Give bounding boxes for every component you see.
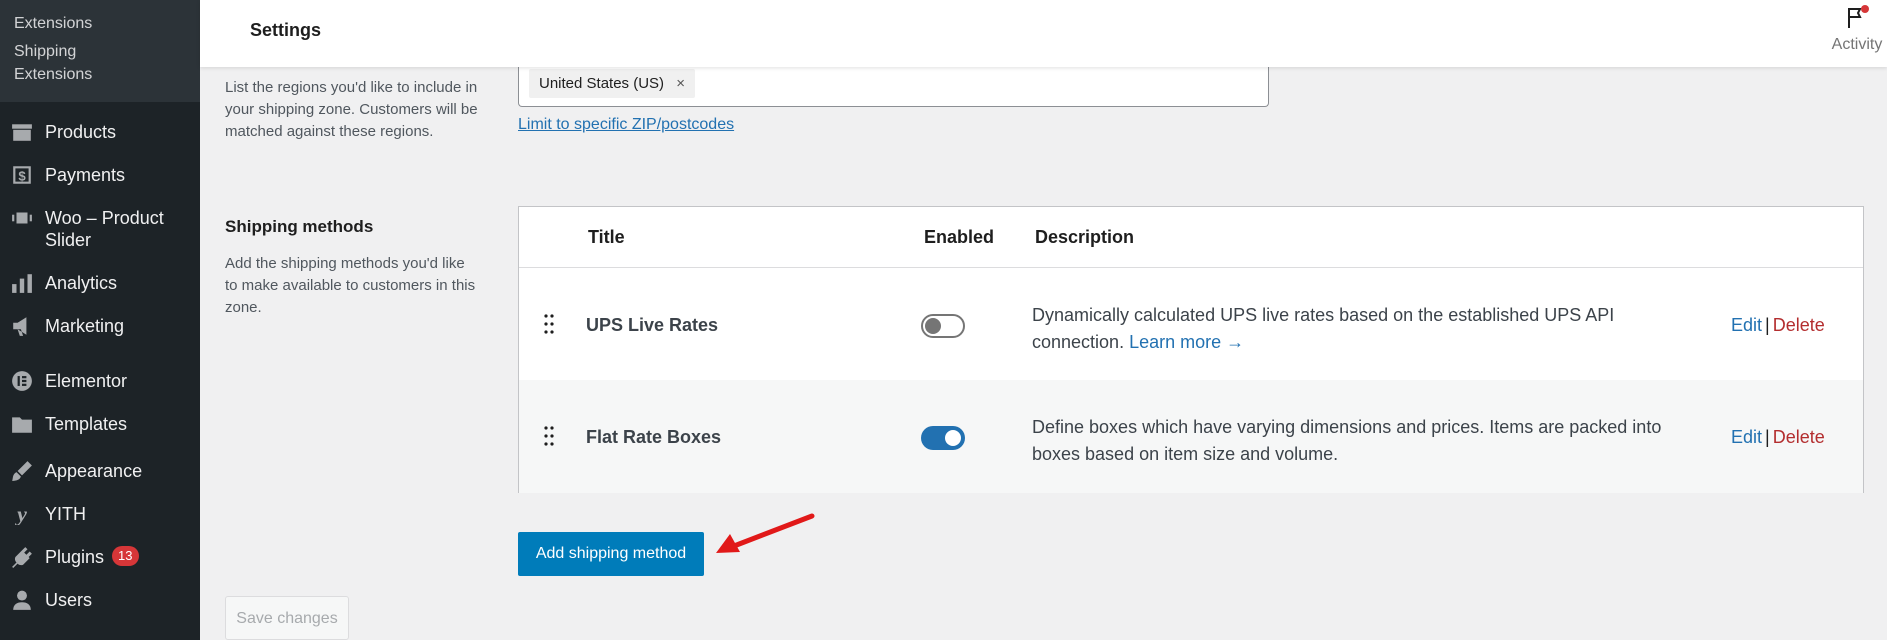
save-changes-button[interactable]: Save changes bbox=[225, 596, 349, 640]
region-chip: United States (US) × bbox=[529, 69, 695, 98]
sidebar-item-woo-product-slider[interactable]: Woo – Product Slider bbox=[0, 196, 200, 261]
row-actions: Edit | Delete bbox=[1731, 427, 1825, 448]
column-header-description: Description bbox=[1035, 227, 1135, 247]
sidebar-item-plugins[interactable]: Plugins 13 bbox=[0, 535, 200, 578]
sidebar-item-users[interactable]: Users bbox=[0, 578, 200, 621]
bar-chart-icon bbox=[10, 272, 34, 294]
sidebar-item-elementor[interactable]: Elementor bbox=[0, 359, 200, 402]
svg-text:$: $ bbox=[18, 169, 26, 184]
zone-regions-select[interactable]: United States (US) × bbox=[518, 60, 1269, 107]
sidebar-item-label: Templates bbox=[45, 414, 128, 434]
sidebar-item-label: Appearance bbox=[45, 461, 143, 481]
sidebar-item-products[interactable]: Products bbox=[0, 110, 200, 153]
shipping-methods-title: Shipping methods bbox=[225, 217, 374, 236]
shipping-methods-description: Add the shipping methods you'd like to m… bbox=[225, 255, 476, 316]
sidebar-item-label: Woo – Product Slider bbox=[45, 208, 164, 250]
method-title: Flat Rate Boxes bbox=[586, 427, 722, 447]
method-description: Define boxes which have varying dimensio… bbox=[1032, 414, 1672, 468]
paintbrush-icon bbox=[10, 460, 34, 482]
region-chip-label: United States (US) bbox=[539, 75, 665, 92]
sidebar-submenu: Extensions Shipping Extensions bbox=[0, 0, 200, 102]
sidebar-item-marketing[interactable]: Marketing bbox=[0, 304, 200, 347]
admin-sidebar: Extensions Shipping Extensions Products … bbox=[0, 0, 200, 640]
column-header-enabled: Enabled bbox=[924, 227, 995, 247]
payments-icon: $ bbox=[10, 164, 34, 186]
slider-icon bbox=[10, 207, 34, 229]
user-icon bbox=[10, 589, 34, 611]
edit-link[interactable]: Edit bbox=[1731, 315, 1762, 335]
sidebar-item-label: Analytics bbox=[45, 273, 118, 293]
shipping-methods-table: Title Enabled Description UPS Live Rates… bbox=[518, 206, 1864, 493]
sidebar-item-label: Payments bbox=[45, 165, 126, 185]
delete-link[interactable]: Delete bbox=[1773, 315, 1825, 335]
learn-more-link[interactable]: Learn more → bbox=[1129, 332, 1244, 352]
limit-zip-link[interactable]: Limit to specific ZIP/postcodes bbox=[518, 116, 734, 134]
page-title: Settings bbox=[250, 20, 322, 40]
method-enabled-toggle[interactable] bbox=[921, 426, 965, 450]
folder-icon bbox=[10, 413, 34, 435]
sidebar-item-analytics[interactable]: Analytics bbox=[0, 261, 200, 304]
action-separator: | bbox=[1765, 427, 1770, 447]
submenu-item-extensions[interactable]: Extensions bbox=[0, 6, 200, 35]
method-title: UPS Live Rates bbox=[586, 315, 719, 335]
submenu-item-shipping-extensions[interactable]: Shipping Extensions bbox=[0, 35, 110, 86]
method-description-text: Dynamically calculated UPS live rates ba… bbox=[1032, 305, 1615, 352]
sidebar-menu: Products $ Payments Woo – Product Slider… bbox=[0, 102, 200, 621]
yith-icon: y bbox=[10, 503, 34, 525]
sidebar-item-label: YITH bbox=[45, 504, 87, 524]
sidebar-item-label: Plugins bbox=[45, 547, 105, 567]
method-enabled-toggle[interactable] bbox=[921, 314, 965, 338]
activity-label: Activity bbox=[1831, 36, 1883, 53]
sidebar-item-payments[interactable]: $ Payments bbox=[0, 153, 200, 196]
delete-link[interactable]: Delete bbox=[1773, 427, 1825, 447]
sidebar-item-yith[interactable]: y YITH bbox=[0, 492, 200, 535]
zone-regions-description: List the regions you'd like to include i… bbox=[225, 79, 478, 140]
main-content: List the regions you'd like to include i… bbox=[200, 0, 1887, 640]
method-description-text: Define boxes which have varying dimensio… bbox=[1032, 417, 1662, 464]
archive-icon bbox=[10, 121, 34, 143]
sidebar-item-label: Elementor bbox=[45, 371, 128, 391]
drag-handle-icon[interactable] bbox=[543, 425, 555, 447]
elementor-icon bbox=[10, 370, 34, 392]
sidebar-item-templates[interactable]: Templates bbox=[0, 402, 200, 445]
add-shipping-method-button[interactable]: Add shipping method bbox=[518, 532, 704, 576]
action-separator: | bbox=[1765, 315, 1770, 335]
megaphone-icon bbox=[10, 315, 34, 337]
svg-text:y: y bbox=[14, 503, 27, 525]
table-row: UPS Live Rates Dynamically calculated UP… bbox=[519, 268, 1863, 381]
row-actions: Edit | Delete bbox=[1731, 315, 1825, 336]
remove-region-icon[interactable]: × bbox=[676, 75, 685, 92]
method-description: Dynamically calculated UPS live rates ba… bbox=[1032, 302, 1672, 356]
table-row: Flat Rate Boxes Define boxes which have … bbox=[519, 380, 1863, 493]
drag-handle-icon[interactable] bbox=[543, 313, 555, 335]
column-header-title: Title bbox=[588, 227, 625, 247]
page-header: Settings Activity bbox=[200, 0, 1887, 67]
plug-icon bbox=[10, 546, 34, 568]
sidebar-item-label: Products bbox=[45, 122, 117, 142]
flag-icon bbox=[1848, 5, 1869, 28]
plugins-update-badge: 13 bbox=[112, 546, 139, 566]
sidebar-item-appearance[interactable]: Appearance bbox=[0, 449, 200, 492]
annotation-arrow-icon bbox=[716, 513, 815, 553]
sidebar-item-label: Marketing bbox=[45, 316, 125, 336]
edit-link[interactable]: Edit bbox=[1731, 427, 1762, 447]
activity-button[interactable]: Activity bbox=[1827, 4, 1887, 54]
sidebar-item-label: Users bbox=[45, 590, 93, 610]
